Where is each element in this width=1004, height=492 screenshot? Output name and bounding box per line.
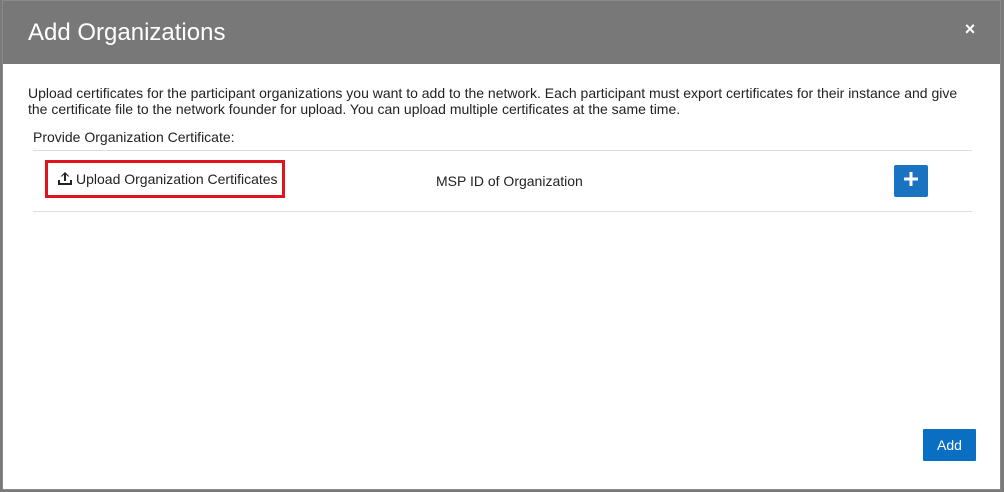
dialog-header: Add Organizations ×	[3, 1, 1000, 64]
add-row-button[interactable]	[894, 165, 928, 197]
upload-certificates-button[interactable]: Upload Organization Certificates	[45, 160, 285, 198]
dialog-description: Upload certificates for the participant …	[28, 85, 958, 117]
close-icon: ×	[964, 19, 976, 39]
upload-icon	[56, 170, 74, 188]
msp-id-label: MSP ID of Organization	[436, 173, 583, 189]
certificate-section-label: Provide Organization Certificate:	[33, 129, 235, 145]
plus-icon	[903, 171, 919, 192]
add-button[interactable]: Add	[923, 429, 976, 461]
add-organizations-dialog: Add Organizations × Upload certificates …	[2, 0, 1001, 490]
organization-row: Upload Organization Certificates MSP ID …	[33, 150, 972, 212]
close-button[interactable]: ×	[962, 19, 978, 39]
dialog-title: Add Organizations	[28, 19, 226, 46]
upload-certificates-label: Upload Organization Certificates	[76, 171, 278, 187]
